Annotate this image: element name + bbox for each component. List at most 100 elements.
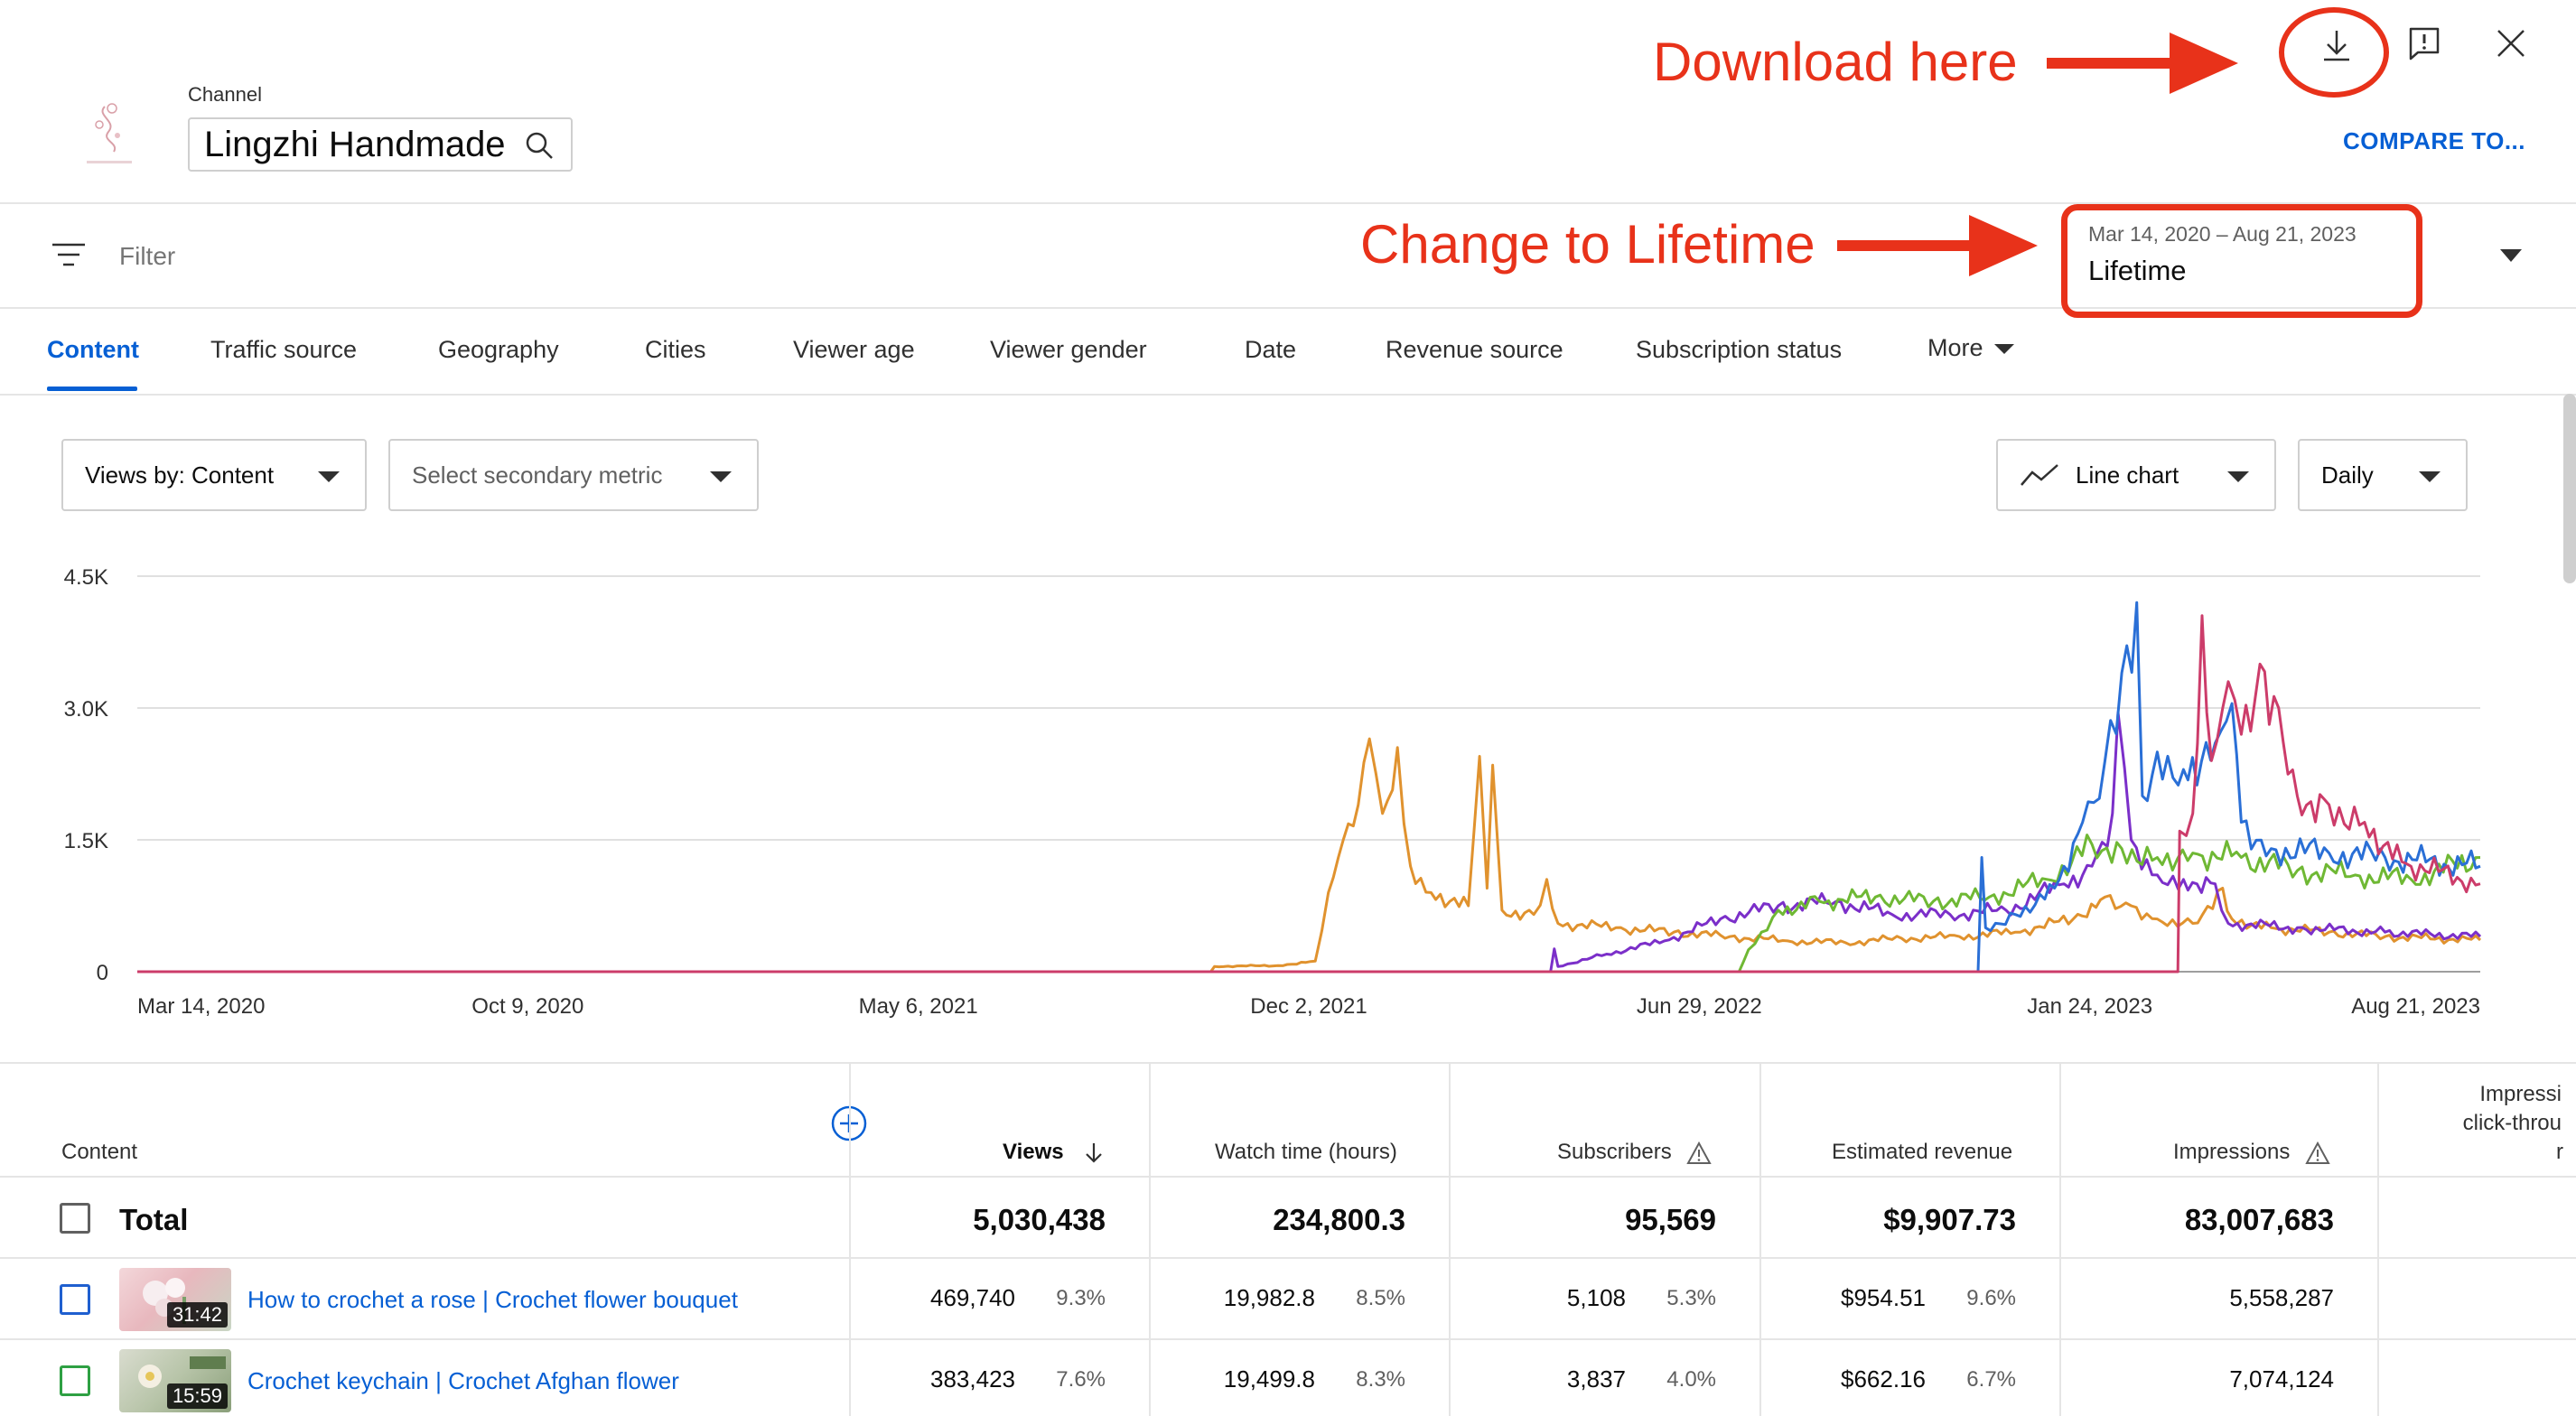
chevron-down-icon [710,471,732,482]
column-header-estimated-revenue[interactable]: Estimated revenue [1832,1140,2012,1165]
column-header-impressions[interactable]: Impressions [2173,1140,2330,1165]
tab-geography[interactable]: Geography [438,336,559,364]
series-line-pink [137,614,2481,974]
y-tick-label: 0 [97,961,108,985]
feedback-icon[interactable] [2406,25,2442,61]
tab-viewer-gender[interactable]: Viewer gender [990,336,1147,364]
channel-avatar[interactable] [78,88,141,170]
chevron-down-icon [2227,471,2249,482]
total-views: 5,030,438 [973,1203,1106,1236]
row-impressions: 7,074,124 [2229,1365,2334,1393]
primary-metric-dropdown[interactable]: Views by: Content [61,439,367,511]
compare-to-button[interactable]: COMPARE TO... [2343,127,2525,155]
row-views: 383,423 [930,1365,1015,1393]
x-tick-label: Jan 24, 2023 [2027,994,2152,1019]
row-subscribers: 5,108 [1566,1284,1626,1311]
row-revenue: $662.16 [1841,1365,1926,1393]
row-checkbox[interactable] [60,1284,90,1315]
column-header-views[interactable]: Views [1003,1140,1106,1165]
tab-viewer-age[interactable]: Viewer age [793,336,915,364]
x-tick-label: Mar 14, 2020 [137,994,265,1019]
x-tick-label: Jun 29, 2022 [1637,994,1762,1019]
tab-more-label: More [1927,334,1983,361]
table-row[interactable]: 31:42 How to crochet a rose | Crochet fl… [0,1259,2576,1340]
chevron-down-icon[interactable] [2500,249,2522,262]
date-range-selector[interactable]: Lifetime [2088,255,2187,287]
x-tick-label: Oct 9, 2020 [471,994,583,1019]
filter-bar: Filter Mar 14, 2020 – Aug 21, 2023 Lifet… [0,204,2576,318]
row-revenue-pct: 6.7% [1966,1367,2016,1392]
channel-selector[interactable]: Lingzhi Handmade [188,117,573,172]
column-header-ctr-line1[interactable]: Impressi [2471,1082,2562,1107]
series-line-blue [137,601,2481,974]
granularity-label: Daily [2321,461,2374,489]
search-icon[interactable] [524,130,555,161]
filter-icon[interactable] [51,240,87,269]
row-checkbox[interactable] [60,1365,90,1396]
column-header-ctr-line2: click-throu [2462,1111,2562,1135]
secondary-metric-dropdown[interactable]: Select secondary metric [388,439,759,511]
column-header-views-label: Views [1003,1140,1064,1164]
video-thumbnail[interactable]: 15:59 [119,1349,231,1412]
granularity-dropdown[interactable]: Daily [2298,439,2468,511]
chevron-down-icon [1993,344,2014,355]
column-header-content: Content [61,1140,138,1164]
tab-cities[interactable]: Cities [645,336,706,364]
annotation-arrow-download [2047,33,2238,94]
line-chart-icon [2021,464,2058,486]
row-watch-time: 19,982.8 [1223,1284,1315,1311]
chevron-down-icon [2419,471,2441,482]
warning-icon[interactable] [2305,1141,2330,1165]
video-duration: 15:59 [166,1383,228,1409]
column-header-watch-time[interactable]: Watch time (hours) [1215,1140,1397,1165]
views-line-chart[interactable]: 0 1.5K 3.0K 4.5K Mar 14, 2020 Oct 9, 2020 May … [0,542,2576,1029]
close-icon[interactable] [2495,27,2527,60]
page-scrollbar[interactable] [2563,394,2576,583]
row-views-pct: 7.6% [1056,1367,1106,1392]
select-all-checkbox[interactable] [60,1203,90,1234]
row-revenue: $954.51 [1841,1284,1926,1311]
column-header-ctr-line3: r [2556,1140,2563,1164]
x-tick-label: Aug 21, 2023 [2351,994,2480,1019]
channel-caption: Channel [188,83,262,106]
content-table: Content Views Watch time (hours) Subscri… [0,1062,2576,1416]
column-header-impressions-label: Impressions [2173,1140,2291,1164]
tab-revenue-source[interactable]: Revenue source [1386,336,1563,364]
chart-type-dropdown[interactable]: Line chart [1996,439,2276,511]
total-revenue: $9,907.73 [1883,1203,2016,1236]
report-tabs: Content Traffic source Geography Cities … [0,309,2576,396]
annotation-download-here: Download here [1653,32,2018,92]
tab-content[interactable]: Content [47,336,139,364]
row-subs-pct: 4.0% [1666,1367,1716,1392]
video-duration: 31:42 [166,1302,228,1328]
row-views: 469,740 [930,1284,1015,1311]
y-tick-label: 1.5K [64,829,108,853]
total-label: Total [119,1203,189,1236]
row-watch-pct: 8.5% [1356,1286,1405,1310]
total-impressions: 83,007,683 [2184,1203,2334,1236]
total-subscribers: 95,569 [1625,1203,1716,1236]
table-row[interactable]: 15:59 Crochet keychain | Crochet Afghan … [0,1340,2576,1416]
filter-input[interactable]: Filter [119,242,175,271]
tab-subscription-status[interactable]: Subscription status [1636,336,1842,364]
video-title-link[interactable]: How to crochet a rose | Crochet flower b… [247,1286,738,1314]
column-header-subscribers-label: Subscribers [1557,1140,1672,1164]
warning-icon[interactable] [1686,1141,1713,1165]
row-watch-time: 19,499.8 [1223,1365,1315,1393]
series-line-purple [137,711,2482,974]
secondary-metric-label: Select secondary metric [412,461,663,489]
video-thumbnail[interactable]: 31:42 [119,1268,231,1331]
tab-more[interactable]: More [1927,334,2014,362]
annotation-change-to-lifetime: Change to Lifetime [1360,214,1815,275]
x-tick-label: Dec 2, 2021 [1250,994,1367,1019]
video-title-link[interactable]: Crochet keychain | Crochet Afghan flower [247,1367,679,1395]
tab-date[interactable]: Date [1245,336,1296,364]
active-tab-indicator [47,387,137,391]
y-tick-label: 3.0K [64,697,108,722]
column-header-subscribers[interactable]: Subscribers [1557,1140,1713,1165]
date-range-text[interactable]: Mar 14, 2020 – Aug 21, 2023 [2088,222,2357,247]
row-subs-pct: 5.3% [1666,1286,1716,1310]
tab-traffic-source[interactable]: Traffic source [210,336,357,364]
row-views-pct: 9.3% [1056,1286,1106,1310]
y-tick-label: 4.5K [64,565,108,590]
